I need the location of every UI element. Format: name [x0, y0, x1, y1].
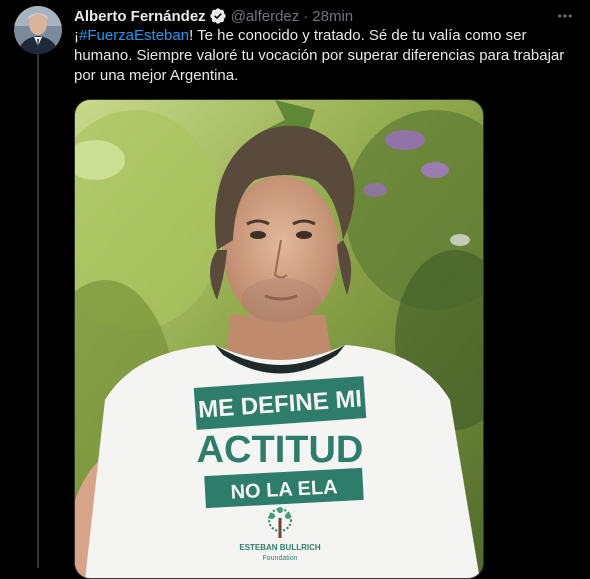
tweet[interactable]: Alberto Fernández @alferdez · 28min ¡#Fu…: [0, 0, 590, 579]
hashtag-link[interactable]: #FuerzaEsteban: [79, 27, 189, 44]
logo-text-line2: Foundation: [262, 555, 297, 562]
more-horizontal-icon[interactable]: [554, 6, 576, 26]
tweet-photo[interactable]: ME DEFINE MI ACTITUD NO LA ELA ESTEBAN B…: [74, 99, 484, 579]
logo-text-line1: ESTEBAN BULLRICH: [239, 543, 321, 552]
tweet-header: Alberto Fernández @alferdez · 28min: [74, 6, 576, 26]
avatar[interactable]: [14, 6, 62, 54]
photo-image: ME DEFINE MI ACTITUD NO LA ELA ESTEBAN B…: [75, 100, 483, 578]
author-display-name[interactable]: Alberto Fernández: [74, 8, 206, 25]
tweet-text: ¡#FuerzaEsteban! Te he conocido y tratad…: [74, 26, 574, 86]
avatar-image: [14, 6, 62, 54]
separator-dot: ·: [303, 7, 309, 25]
author-handle[interactable]: @alferdez: [231, 8, 300, 25]
verified-badge-icon: [209, 7, 227, 25]
thread-line: [37, 52, 39, 568]
tweet-timestamp[interactable]: 28min: [312, 8, 353, 25]
shirt-text-line2: ACTITUD: [197, 429, 364, 471]
